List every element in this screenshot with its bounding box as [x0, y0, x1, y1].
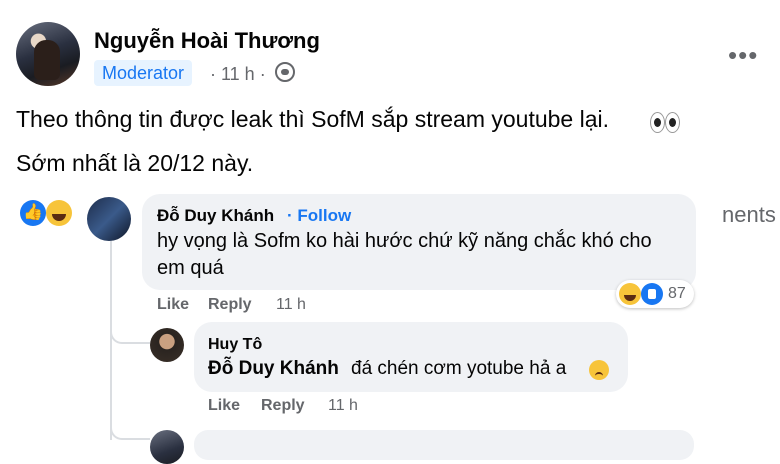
commenter-avatar[interactable] [150, 430, 184, 464]
reply-button[interactable]: Reply [261, 397, 305, 415]
post-text-line1: Theo thông tin được leak thì SofM sắp st… [16, 106, 610, 132]
comments-count-link[interactable]: nents [722, 202, 776, 228]
haha-reaction-icon[interactable] [46, 200, 72, 226]
audience-icon[interactable] [274, 62, 295, 82]
reply-text: đá chén cơm yotube hả a [351, 358, 567, 379]
thread-connector [110, 322, 150, 344]
post-author-name[interactable]: Nguyễn Hoài Thương [94, 28, 320, 54]
reply-bubble [194, 322, 628, 392]
eyes-emoji-icon [650, 112, 680, 133]
haha-reaction-icon [619, 283, 641, 305]
mention-link[interactable]: Đỗ Duy Khánh [208, 358, 339, 380]
commenter-avatar[interactable] [150, 328, 184, 362]
more-options-icon[interactable]: ••• [728, 40, 758, 71]
comment-text-line1: hy vọng là Sofm ko hài hước chứ kỹ năng … [157, 230, 652, 252]
moderator-badge: Moderator [94, 60, 193, 86]
author-avatar[interactable] [16, 22, 80, 86]
comment-author-name[interactable]: Đỗ Duy Khánh [157, 206, 274, 226]
comment-time[interactable]: 11 h [328, 397, 358, 415]
thread-connector [110, 418, 150, 440]
post-text-line2: Sớm nhất là 20/12 này. [16, 150, 254, 176]
post-time[interactable]: · 11 h · [210, 64, 266, 84]
like-button[interactable]: Like [157, 296, 189, 314]
commenter-avatar[interactable] [87, 197, 131, 241]
thread-line [110, 240, 112, 440]
follow-link[interactable]: · Follow [287, 206, 351, 226]
like-button[interactable]: Like [208, 397, 240, 415]
comment-time[interactable]: 11 h [276, 296, 306, 314]
post-meta: · 11 h · [210, 62, 295, 85]
reaction-count: 87 [668, 285, 686, 302]
like-reaction-icon [641, 283, 663, 305]
reply-author-name[interactable]: Huy Tô [208, 336, 262, 354]
comment-text-line2: em quá [157, 257, 224, 279]
like-reaction-icon[interactable] [20, 200, 46, 226]
reply-button[interactable]: Reply [208, 296, 252, 314]
sad-emoji-icon [589, 360, 609, 380]
reply-bubble-partial [194, 430, 694, 460]
